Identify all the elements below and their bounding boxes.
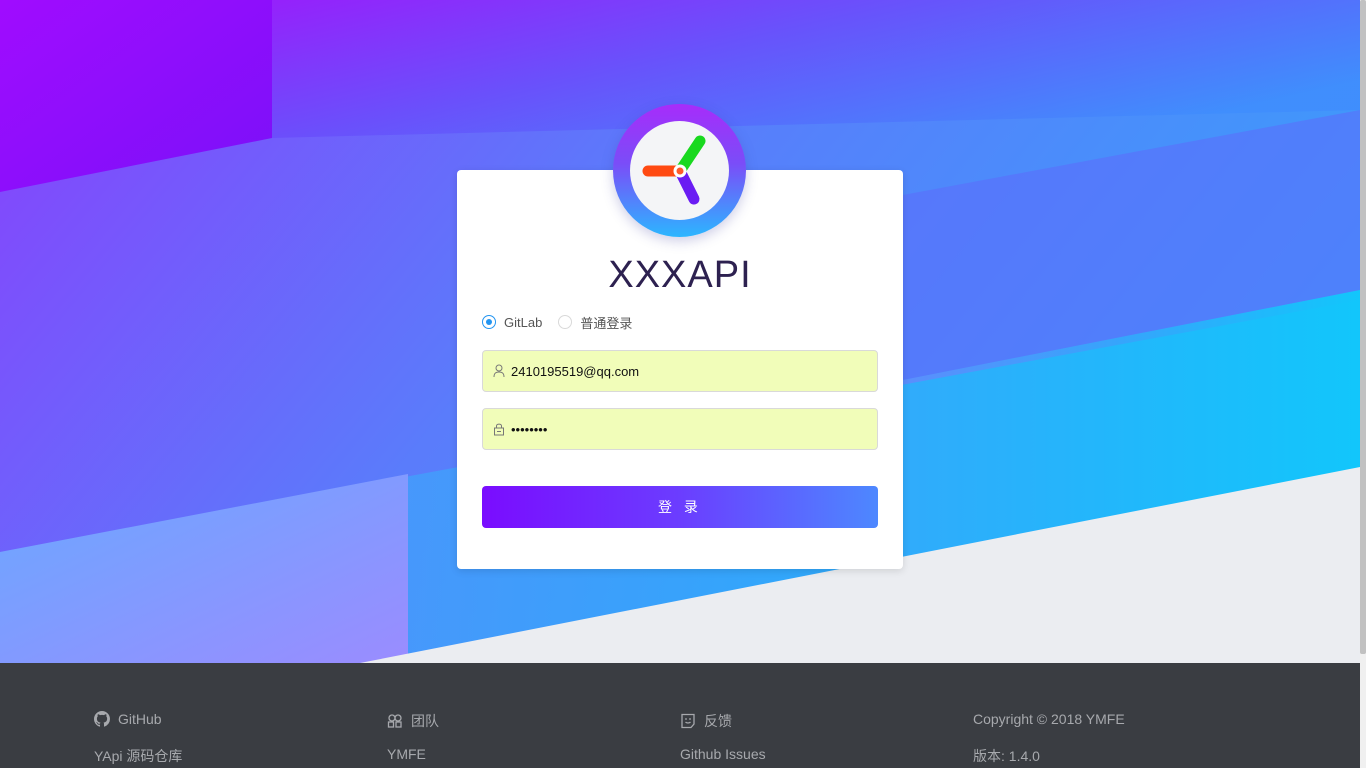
- footer-copyright: Copyright © 2018 YMFE: [973, 711, 1125, 727]
- radio-gitlab[interactable]: GitLab: [482, 315, 542, 330]
- footer-link-ymfe[interactable]: YMFE: [387, 746, 426, 762]
- password-field[interactable]: [482, 408, 878, 450]
- footer-version: 版本: 1.4.0: [973, 748, 1040, 764]
- app-title: XXXAPI: [608, 254, 752, 296]
- radio-unchecked-icon[interactable]: [558, 315, 573, 329]
- team-icon: [387, 714, 402, 728]
- logo-face: [630, 121, 729, 220]
- footer-feedback-label: 反馈: [704, 713, 732, 729]
- footer-link-github-issues[interactable]: Github Issues: [680, 746, 766, 762]
- login-type-radio-group: GitLab 普通登录: [482, 312, 648, 332]
- feedback-icon: [681, 713, 695, 729]
- email-field[interactable]: [482, 350, 878, 392]
- email-input[interactable]: [511, 351, 871, 391]
- footer-github-label: GitHub: [118, 711, 162, 727]
- radio-normal-login[interactable]: 普通登录: [558, 313, 632, 332]
- github-icon: [94, 711, 110, 727]
- footer-team-label: 团队: [411, 713, 439, 729]
- scrollbar-thumb[interactable]: [1360, 0, 1366, 654]
- radio-normal-login-label: 普通登录: [580, 315, 633, 331]
- footer-link-yapi-repo[interactable]: YApi 源码仓库: [94, 746, 182, 766]
- scrollbar-track[interactable]: [1360, 0, 1366, 768]
- footer-copyright-text: Copyright © 2018 YMFE: [973, 711, 1125, 727]
- app-logo: [613, 104, 746, 237]
- lock-icon: [494, 423, 504, 436]
- login-button[interactable]: 登 录: [482, 486, 878, 528]
- radio-gitlab-label: GitLab: [504, 314, 543, 330]
- user-icon: [493, 364, 505, 378]
- footer-github-heading[interactable]: GitHub: [94, 711, 162, 727]
- password-input[interactable]: [511, 409, 871, 449]
- footer: GitHub YApi 源码仓库 团队 YMFE 反馈 Github Issue…: [0, 663, 1360, 768]
- footer-team-heading[interactable]: 团队: [387, 711, 439, 731]
- logo-clock-icon: [642, 135, 706, 205]
- footer-feedback-heading[interactable]: 反馈: [680, 711, 732, 731]
- radio-checked-icon[interactable]: [482, 315, 496, 329]
